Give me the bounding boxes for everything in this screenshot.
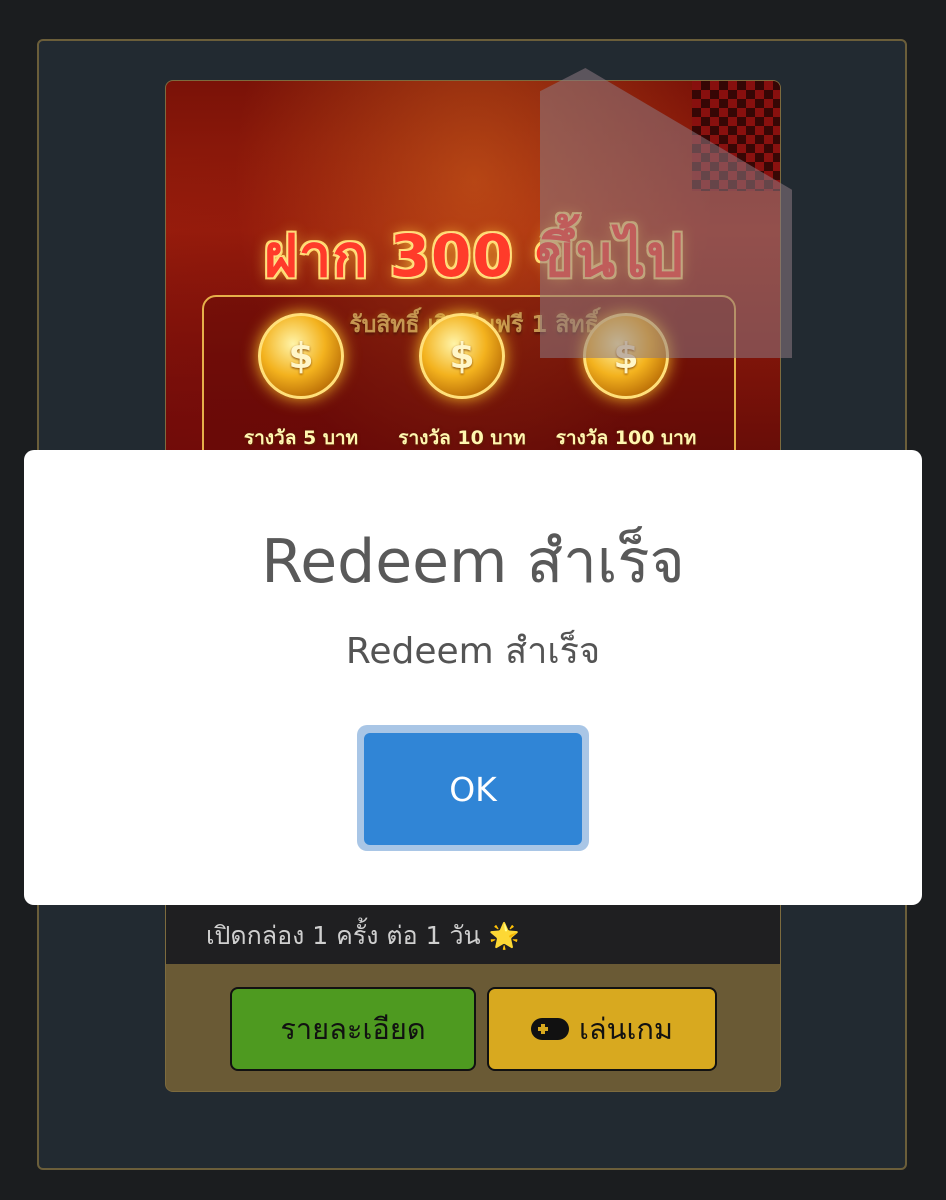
dialog-text: Redeem สำเร็จ [345, 631, 601, 672]
gamepad-icon [530, 1018, 569, 1040]
detail-button[interactable]: รายละเอียด [230, 987, 476, 1071]
prize-label: รางวัล 100 บาท [555, 427, 697, 449]
detail-button-label: รายละเอียด [280, 1012, 426, 1046]
coin-chest-icon: $ [258, 313, 344, 399]
prize-item: $ รางวัล 5 บาท [216, 313, 386, 449]
play-button-label: เล่นเกม [578, 1012, 674, 1046]
ok-button[interactable]: OK [364, 733, 582, 845]
coin-chest-icon: $ [419, 313, 505, 399]
play-game-button[interactable]: เล่นเกม [487, 987, 717, 1071]
success-dialog: Redeem สำเร็จ Redeem สำเร็จ OK [24, 450, 922, 905]
prize-item: $ รางวัล 10 บาท [377, 313, 547, 449]
description-line: เปิดกล่อง 1 ครั้ง ต่อ 1 วัน 🌟 [206, 921, 520, 950]
prize-label: รางวัล 5 บาท [243, 427, 359, 449]
prize-label: รางวัล 10 บาท [398, 427, 526, 449]
dialog-title: Redeem สำเร็จ [261, 527, 685, 597]
